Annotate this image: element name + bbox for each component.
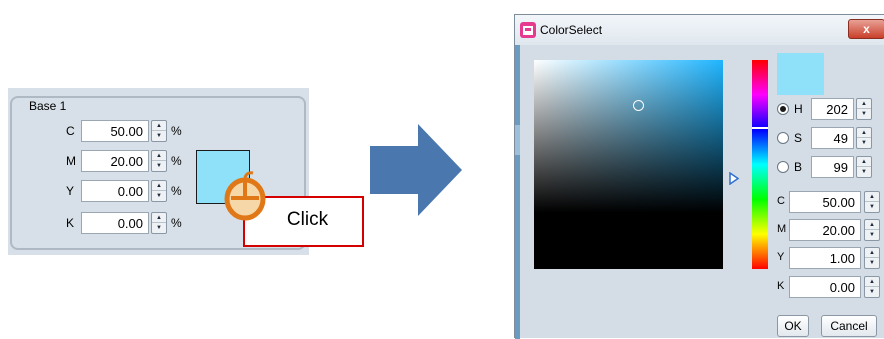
brightness-spinner[interactable]: ▲ ▼ xyxy=(856,156,872,178)
y-unit: % xyxy=(171,184,182,198)
saturation-row: S 49 ▲ ▼ xyxy=(777,127,877,149)
dialog-k-row: K 0.00 ▲ ▼ xyxy=(777,276,881,298)
mouse-icon xyxy=(224,171,266,221)
brightness-row: B 99 ▲ ▼ xyxy=(777,156,877,178)
spin-down-icon[interactable]: ▼ xyxy=(865,202,879,212)
dialog-c-input[interactable]: 50.00 xyxy=(789,191,861,213)
hue-slider[interactable] xyxy=(752,60,768,269)
spin-up-icon[interactable]: ▲ xyxy=(857,99,871,109)
side-strip-mark xyxy=(515,125,520,155)
dialog-y-row: Y 1.00 ▲ ▼ xyxy=(777,247,881,269)
spin-up-icon[interactable]: ▲ xyxy=(865,220,879,230)
dialog-y-label: Y xyxy=(777,251,785,263)
dialog-c-spinner[interactable]: ▲ ▼ xyxy=(864,191,880,213)
m-spinner[interactable]: ▲ ▼ xyxy=(151,150,167,172)
spin-up-icon[interactable]: ▲ xyxy=(152,151,166,161)
m-label: M xyxy=(66,154,76,168)
dialog-k-spinner[interactable]: ▲ ▼ xyxy=(864,276,880,298)
dialog-title: ColorSelect xyxy=(540,23,603,37)
dialog-m-spinner[interactable]: ▲ ▼ xyxy=(864,219,880,241)
picker-cursor[interactable] xyxy=(633,100,644,111)
c-label: C xyxy=(66,124,75,138)
hue-label: H xyxy=(794,102,803,116)
spin-down-icon[interactable]: ▼ xyxy=(152,223,166,233)
c-spinner[interactable]: ▲ ▼ xyxy=(151,120,167,142)
hue-row: H 202 ▲ ▼ xyxy=(777,98,877,120)
k-input[interactable]: 0.00 xyxy=(81,212,149,234)
dialog-k-input[interactable]: 0.00 xyxy=(789,276,861,298)
spin-down-icon[interactable]: ▼ xyxy=(865,258,879,268)
m-unit: % xyxy=(171,154,182,168)
spin-up-icon[interactable]: ▲ xyxy=(152,213,166,223)
k-row: K 0.00 ▲ ▼ % xyxy=(8,212,208,234)
spin-up-icon[interactable]: ▲ xyxy=(152,181,166,191)
spin-up-icon[interactable]: ▲ xyxy=(152,121,166,131)
spin-up-icon[interactable]: ▲ xyxy=(865,192,879,202)
app-icon xyxy=(520,22,536,38)
spin-down-icon[interactable]: ▼ xyxy=(865,230,879,240)
saturation-label: S xyxy=(794,131,803,145)
hue-pointer-icon xyxy=(729,172,739,185)
m-row: M 20.00 ▲ ▼ % xyxy=(8,150,208,172)
ok-button[interactable]: OK xyxy=(777,315,809,337)
dialog-titlebar[interactable]: ColorSelect x xyxy=(515,15,884,45)
saturation-brightness-picker[interactable] xyxy=(534,60,723,269)
saturation-spinner[interactable]: ▲ ▼ xyxy=(856,127,872,149)
dialog-m-row: M 20.00 ▲ ▼ xyxy=(777,219,881,241)
hue-input[interactable]: 202 xyxy=(811,98,854,120)
spin-down-icon[interactable]: ▼ xyxy=(152,191,166,201)
c-unit: % xyxy=(171,124,182,138)
close-icon: x xyxy=(863,22,870,36)
y-input[interactable]: 0.00 xyxy=(81,180,149,202)
brightness-radio[interactable] xyxy=(777,161,789,173)
spin-down-icon[interactable]: ▼ xyxy=(152,131,166,141)
c-input[interactable]: 50.00 xyxy=(81,120,149,142)
color-select-dialog: ColorSelect x H 202 ▲ ▼ S 49 ▲ ▼ B 99 ▲ … xyxy=(514,14,884,339)
brightness-label: B xyxy=(794,160,803,174)
hue-slider-marker[interactable] xyxy=(752,127,768,129)
dialog-m-input[interactable]: 20.00 xyxy=(789,219,861,241)
hue-radio[interactable] xyxy=(777,103,789,115)
m-input[interactable]: 20.00 xyxy=(81,150,149,172)
group-title: Base 1 xyxy=(26,99,70,113)
dialog-c-label: C xyxy=(777,195,785,207)
dialog-c-row: C 50.00 ▲ ▼ xyxy=(777,191,881,213)
y-row: Y 0.00 ▲ ▼ % xyxy=(8,180,208,202)
spin-up-icon[interactable]: ▲ xyxy=(857,157,871,167)
spin-down-icon[interactable]: ▼ xyxy=(857,109,871,119)
spin-down-icon[interactable]: ▼ xyxy=(857,167,871,177)
side-strip xyxy=(515,45,520,339)
spin-down-icon[interactable]: ▼ xyxy=(857,138,871,148)
color-preview xyxy=(777,53,824,95)
spin-down-icon[interactable]: ▼ xyxy=(865,287,879,297)
spin-down-icon[interactable]: ▼ xyxy=(152,161,166,171)
close-button[interactable]: x xyxy=(848,19,884,39)
dialog-k-label: K xyxy=(777,280,785,292)
spin-up-icon[interactable]: ▲ xyxy=(865,277,879,287)
hue-spinner[interactable]: ▲ ▼ xyxy=(856,98,872,120)
dialog-m-label: M xyxy=(777,223,787,235)
dialog-y-input[interactable]: 1.00 xyxy=(789,247,861,269)
y-spinner[interactable]: ▲ ▼ xyxy=(151,180,167,202)
c-row: C 50.00 ▲ ▼ % xyxy=(8,120,208,142)
right-arrow-icon xyxy=(370,124,462,216)
brightness-input[interactable]: 99 xyxy=(811,156,854,178)
k-spinner[interactable]: ▲ ▼ xyxy=(151,212,167,234)
y-label: Y xyxy=(66,184,75,198)
spin-up-icon[interactable]: ▲ xyxy=(857,128,871,138)
cancel-button[interactable]: Cancel xyxy=(821,315,877,337)
k-label: K xyxy=(66,216,75,230)
saturation-input[interactable]: 49 xyxy=(811,127,854,149)
saturation-radio[interactable] xyxy=(777,132,789,144)
dialog-y-spinner[interactable]: ▲ ▼ xyxy=(864,247,880,269)
k-unit: % xyxy=(171,216,182,230)
spin-up-icon[interactable]: ▲ xyxy=(865,248,879,258)
